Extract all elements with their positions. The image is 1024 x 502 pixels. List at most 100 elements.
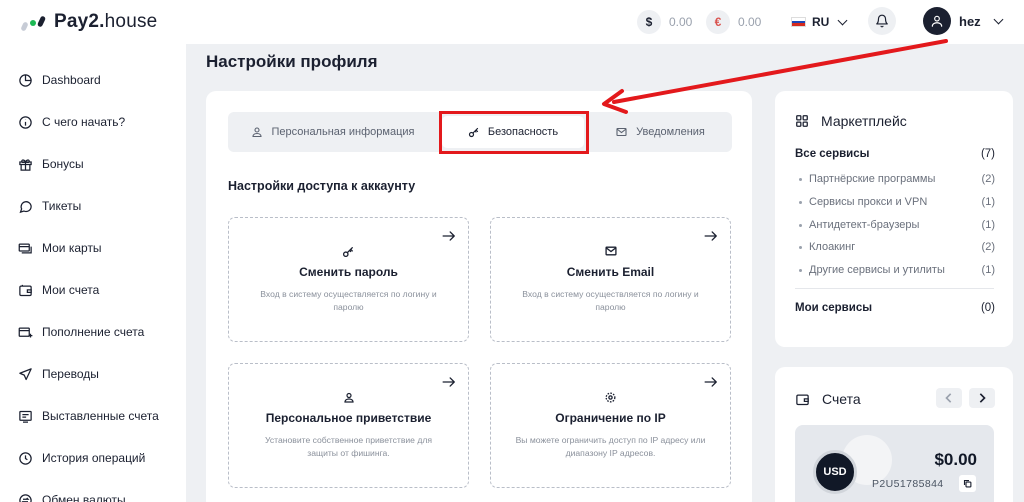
- pie-chart-icon: [17, 72, 33, 88]
- copy-icon: [963, 479, 972, 488]
- option-title: Сменить Email: [566, 265, 655, 279]
- user-name: hez: [959, 13, 981, 29]
- option-description: Установите собственное приветствие для з…: [264, 435, 433, 458]
- bell-icon: [876, 14, 888, 28]
- sidebar-item-label: Бонусы: [42, 157, 84, 171]
- marketplace-item-count: (7): [980, 148, 995, 160]
- logo[interactable]: Pay2.house: [20, 10, 158, 34]
- marketplace-my-services[interactable]: Мои сервисы (0): [795, 302, 995, 314]
- option-description: Вы можете ограничить доступ по IP адресу…: [515, 435, 706, 458]
- copy-button[interactable]: [959, 475, 976, 492]
- marketplace-item-count: (2): [981, 173, 995, 185]
- sidebar-item-label: С чего начать?: [42, 115, 126, 129]
- marketplace-item-count: (2): [981, 241, 995, 253]
- sidebar-item-label: Тикеты: [42, 199, 82, 213]
- accounts-prev-button[interactable]: [936, 388, 962, 408]
- page-title: Настройки профиля: [206, 52, 378, 71]
- sidebar-item-tickets[interactable]: Тикеты: [0, 191, 186, 221]
- sidebar-item-label: Переводы: [42, 367, 99, 381]
- sidebar: Dashboard С чего начать? Бонусы Тикеты М…: [0, 44, 186, 502]
- mail-icon: [491, 245, 730, 257]
- balance-eur-amount: 0.00: [738, 15, 762, 29]
- marketplace-item[interactable]: Антидетект-браузеры (1): [795, 219, 995, 231]
- account-number: P2U51785844: [872, 478, 944, 490]
- option-title: Персональное приветствие: [265, 411, 432, 425]
- balance-usd[interactable]: $ 0.00: [637, 9, 692, 35]
- marketplace-item[interactable]: Клоакинг (2): [795, 241, 995, 253]
- tab-personal-info[interactable]: Персональная информация: [228, 112, 438, 152]
- marketplace-item-label: Антидетект-браузеры: [795, 219, 919, 231]
- marketplace-item-count: (0): [980, 302, 995, 314]
- marketplace-card: Маркетплейс Все сервисы (7) Партнёрские …: [775, 91, 1013, 347]
- user-icon: [251, 126, 263, 138]
- sidebar-item-my-accounts[interactable]: Мои счета: [0, 275, 186, 305]
- marketplace-item-count: (1): [981, 264, 995, 276]
- annotation-arrow: [602, 39, 948, 114]
- option-description: Вход в систему осуществляется по логину …: [260, 289, 437, 312]
- marketplace-item[interactable]: Другие сервисы и утилиты (1): [795, 264, 995, 276]
- option-title: Ограничение по IP: [555, 411, 666, 425]
- personal-greeting-card[interactable]: Персональное приветствие Установите собс…: [228, 363, 469, 488]
- wallet-icon: [17, 282, 33, 298]
- accounts-header: Счета: [795, 391, 861, 407]
- balance-eur[interactable]: € 0.00: [706, 9, 761, 35]
- user-menu[interactable]: hez: [923, 6, 1004, 36]
- invoice-icon: [17, 408, 33, 424]
- account-tile[interactable]: USD $0.00 P2U51785844: [795, 425, 994, 502]
- mail-icon: [615, 126, 628, 138]
- arrow-right-icon: [704, 231, 717, 241]
- sidebar-item-exchange[interactable]: Обмен валюты: [0, 485, 186, 502]
- option-description: Вход в систему осуществляется по логину …: [522, 289, 699, 312]
- chat-icon: [17, 198, 33, 214]
- ip-restriction-card[interactable]: Ограничение по IP Вы можете ограничить д…: [490, 363, 731, 488]
- sidebar-item-getting-started[interactable]: С чего начать?: [0, 107, 186, 137]
- marketplace-item-count: (1): [981, 219, 995, 231]
- change-email-card[interactable]: Сменить Email Вход в систему осуществляе…: [490, 217, 731, 342]
- divider: [795, 288, 994, 289]
- wallet-icon: [795, 392, 810, 407]
- chevron-down-icon: [993, 14, 1004, 24]
- send-icon: [17, 366, 33, 382]
- history-icon: [17, 450, 33, 466]
- marketplace-item-count: (1): [981, 196, 995, 208]
- sidebar-item-label: Dashboard: [42, 73, 101, 87]
- tab-label: Уведомления: [636, 126, 705, 138]
- sidebar-item-my-cards[interactable]: Мои карты: [0, 233, 186, 263]
- sidebar-item-bonuses[interactable]: Бонусы: [0, 149, 186, 179]
- logo-text: Pay2.house: [54, 11, 158, 32]
- sidebar-item-label: Мои карты: [42, 241, 102, 255]
- sidebar-item-history[interactable]: История операций: [0, 443, 186, 473]
- sidebar-item-label: История операций: [42, 451, 146, 465]
- notifications-button[interactable]: [868, 7, 896, 35]
- marketplace-item-label: Партнёрские программы: [795, 173, 935, 185]
- dollar-icon: $: [637, 10, 661, 34]
- option-title: Сменить пароль: [299, 265, 398, 279]
- marketplace-item-label: Сервисы прокси и VPN: [795, 196, 927, 208]
- user-icon: [931, 15, 943, 27]
- marketplace-item-label: Мои сервисы: [795, 302, 873, 314]
- chevron-left-icon: [945, 393, 952, 403]
- tab-label: Персональная информация: [271, 126, 415, 138]
- sidebar-item-transfers[interactable]: Переводы: [0, 359, 186, 389]
- euro-icon: €: [706, 10, 730, 34]
- currency-badge: USD: [813, 450, 857, 494]
- sidebar-item-invoices[interactable]: Выставленные счета: [0, 401, 186, 431]
- tab-label: Безопасность: [487, 126, 559, 138]
- language-selector[interactable]: RU: [791, 13, 848, 31]
- sidebar-item-dashboard[interactable]: Dashboard: [0, 65, 186, 95]
- marketplace-item-label: Все сервисы: [795, 148, 870, 160]
- marketplace-item[interactable]: Сервисы прокси и VPN (1): [795, 196, 995, 208]
- marketplace-all-services[interactable]: Все сервисы (7): [795, 148, 995, 160]
- marketplace-item-label: Другие сервисы и утилиты: [795, 264, 945, 276]
- sidebar-item-deposit[interactable]: Пополнение счета: [0, 317, 186, 347]
- settings-card: Персональная информация Безопасность Уве…: [206, 91, 752, 502]
- change-password-card[interactable]: Сменить пароль Вход в систему осуществля…: [228, 217, 469, 342]
- accounts-next-button[interactable]: [969, 388, 995, 408]
- info-icon: [17, 114, 33, 130]
- account-balance: $0.00: [934, 450, 977, 469]
- marketplace-item[interactable]: Партнёрские программы (2): [795, 173, 995, 185]
- tab-security[interactable]: Безопасность: [442, 116, 584, 148]
- arrow-right-icon: [442, 231, 455, 241]
- avatar: [923, 7, 951, 35]
- sidebar-item-label: Обмен валюты: [42, 493, 126, 502]
